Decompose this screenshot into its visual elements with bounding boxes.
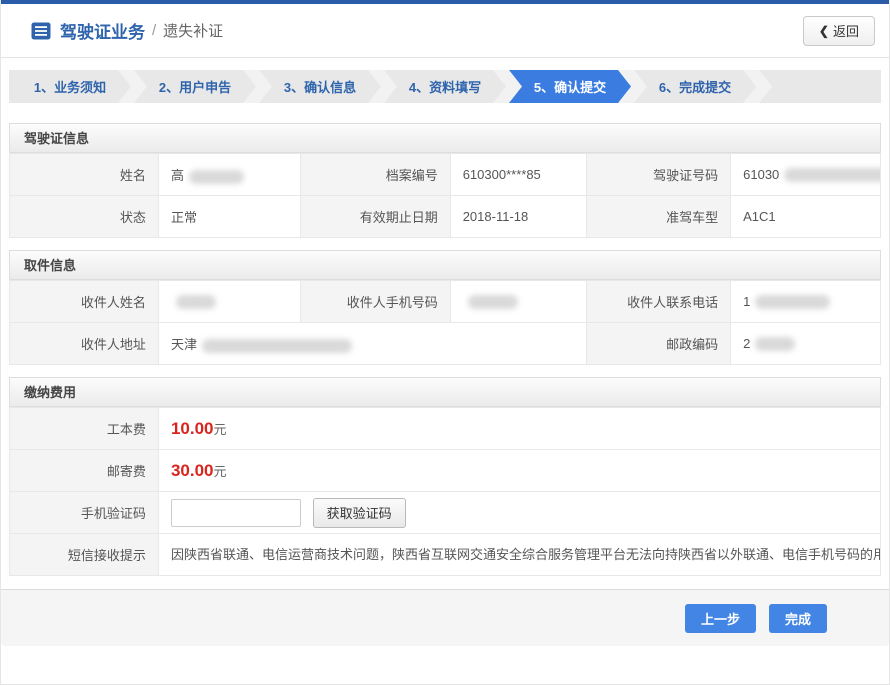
- recipient-mobile-value: [450, 281, 587, 323]
- mail-fee-label: 邮寄费: [10, 450, 159, 492]
- footer-action-bar: 上一步 完成: [1, 589, 889, 646]
- list-icon: [31, 21, 51, 41]
- work-fee-unit: 元: [213, 422, 226, 437]
- mail-fee-unit: 元: [213, 464, 226, 479]
- license-name-label: 姓名: [10, 154, 159, 196]
- section-pickup-info: 取件信息 收件人姓名 收件人手机号码 收件人联系电话 1 收件人地址 天津 邮政…: [9, 250, 881, 365]
- mail-fee-amount: 30.00: [171, 461, 214, 480]
- recipient-mobile-label: 收件人手机号码: [300, 281, 450, 323]
- previous-step-button[interactable]: 上一步: [685, 604, 756, 633]
- page-title: 驾驶证业务: [60, 18, 145, 43]
- redaction-smudge: [202, 339, 352, 353]
- breadcrumb-divider: /: [152, 22, 156, 39]
- sms-notice-text: 因陕西省联通、电信运营商技术问题，陕西省互联网交通安全综合服务管理平台无法向持陕…: [158, 534, 880, 576]
- postcode-value: 2: [731, 323, 881, 365]
- back-button[interactable]: ❮ 返回: [803, 16, 875, 46]
- page-header: 驾驶证业务 / 遗失补证 ❮ 返回: [1, 4, 889, 58]
- recipient-address-value: 天津: [158, 323, 587, 365]
- step-tab-2[interactable]: 2、用户申告: [134, 70, 256, 103]
- page-container: 驾驶证业务 / 遗失补证 ❮ 返回 1、业务须知 2、用户申告 3、确认信息 4…: [0, 0, 890, 685]
- postcode-label: 邮政编码: [587, 323, 731, 365]
- redaction-smudge: [468, 295, 518, 309]
- license-validuntil-label: 有效期止日期: [300, 196, 450, 238]
- table-row: 工本费 10.00元: [10, 408, 881, 450]
- main-content: 驾驶证信息 姓名 高 档案编号 610300****85 驾驶证号码 61030…: [1, 123, 889, 576]
- step-tab-1[interactable]: 1、业务须知: [9, 70, 131, 103]
- recipient-phone-value: 1: [731, 281, 881, 323]
- fees-table: 工本费 10.00元 邮寄费 30.00元 手机验证码 获取验证码 短信接收提示: [9, 407, 881, 576]
- sms-code-label: 手机验证码: [10, 492, 159, 534]
- redaction-smudge: [755, 295, 830, 309]
- table-row: 邮寄费 30.00元: [10, 450, 881, 492]
- work-fee-amount: 10.00: [171, 419, 214, 438]
- license-number-label: 驾驶证号码: [587, 154, 731, 196]
- steps-filler: [759, 70, 881, 103]
- license-info-table: 姓名 高 档案编号 610300****85 驾驶证号码 61030 状态 正常…: [9, 153, 881, 238]
- redaction-smudge: [189, 170, 244, 184]
- step-tab-4[interactable]: 4、资料填写: [384, 70, 506, 103]
- table-row: 收件人地址 天津 邮政编码 2: [10, 323, 881, 365]
- redaction-smudge: [784, 168, 880, 182]
- license-validuntil-value: 2018-11-18: [450, 196, 587, 238]
- sms-code-input[interactable]: [171, 499, 301, 527]
- step-tab-6[interactable]: 6、完成提交: [634, 70, 756, 103]
- license-number-value: 61030: [731, 154, 881, 196]
- finish-button[interactable]: 完成: [769, 604, 827, 633]
- table-row: 状态 正常 有效期止日期 2018-11-18 准驾车型 A1C1: [10, 196, 881, 238]
- chevron-left-icon: ❮: [819, 24, 829, 38]
- wizard-steps: 1、业务须知 2、用户申告 3、确认信息 4、资料填写 5、确认提交 6、完成提…: [9, 70, 881, 103]
- section-title-pickup: 取件信息: [9, 250, 881, 280]
- recipient-name-label: 收件人姓名: [10, 281, 159, 323]
- section-title-fees: 缴纳费用: [9, 377, 881, 407]
- breadcrumb-current: 遗失补证: [163, 20, 223, 41]
- license-name-value: 高: [158, 154, 300, 196]
- section-fees: 缴纳费用 工本费 10.00元 邮寄费 30.00元 手机验证码 获取验证码: [9, 377, 881, 576]
- back-button-label: 返回: [833, 21, 859, 40]
- work-fee-label: 工本费: [10, 408, 159, 450]
- sms-code-cell: 获取验证码: [158, 492, 880, 534]
- pickup-info-table: 收件人姓名 收件人手机号码 收件人联系电话 1 收件人地址 天津 邮政编码 2: [9, 280, 881, 365]
- table-row: 手机验证码 获取验证码: [10, 492, 881, 534]
- license-status-value: 正常: [158, 196, 300, 238]
- redaction-smudge: [755, 337, 795, 351]
- license-fileno-value: 610300****85: [450, 154, 587, 196]
- license-vehicleclass-value: A1C1: [731, 196, 881, 238]
- mail-fee-value: 30.00元: [158, 450, 880, 492]
- license-status-label: 状态: [10, 196, 159, 238]
- step-tab-3[interactable]: 3、确认信息: [259, 70, 381, 103]
- work-fee-value: 10.00元: [158, 408, 880, 450]
- recipient-address-label: 收件人地址: [10, 323, 159, 365]
- section-title-license: 驾驶证信息: [9, 123, 881, 153]
- recipient-name-value: [158, 281, 300, 323]
- section-license-info: 驾驶证信息 姓名 高 档案编号 610300****85 驾驶证号码 61030…: [9, 123, 881, 238]
- step-tab-5-active[interactable]: 5、确认提交: [509, 70, 631, 103]
- license-fileno-label: 档案编号: [300, 154, 450, 196]
- recipient-phone-label: 收件人联系电话: [587, 281, 731, 323]
- redaction-smudge: [176, 295, 216, 309]
- table-row: 收件人姓名 收件人手机号码 收件人联系电话 1: [10, 281, 881, 323]
- table-row: 短信接收提示 因陕西省联通、电信运营商技术问题，陕西省互联网交通安全综合服务管理…: [10, 534, 881, 576]
- table-row: 姓名 高 档案编号 610300****85 驾驶证号码 61030: [10, 154, 881, 196]
- sms-notice-label: 短信接收提示: [10, 534, 159, 576]
- get-sms-code-button[interactable]: 获取验证码: [313, 498, 406, 528]
- license-vehicleclass-label: 准驾车型: [587, 196, 731, 238]
